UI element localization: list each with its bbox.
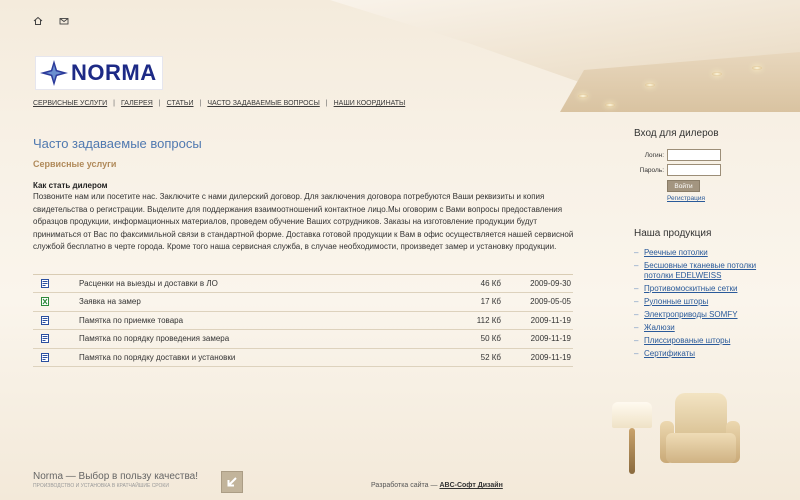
footer-brand: Norma — Выбор в пользу качества! произво… bbox=[33, 471, 198, 489]
list-item: – Плиссированые шторы bbox=[634, 336, 794, 346]
footer-slogan: Norma — Выбор в пользу качества! bbox=[33, 471, 199, 482]
products-title: Наша продукция bbox=[634, 228, 712, 239]
armchair-illustration bbox=[660, 393, 740, 478]
list-bullet: – bbox=[634, 296, 639, 306]
word-doc-icon bbox=[41, 315, 49, 325]
file-size: 52 Кб bbox=[480, 352, 501, 362]
question-title: Как стать дилером bbox=[33, 181, 108, 190]
norma-logo[interactable]: NORMA bbox=[35, 56, 163, 90]
file-size: 50 Кб bbox=[480, 334, 501, 344]
word-doc-icon bbox=[41, 352, 49, 362]
product-link[interactable]: Плиссированые шторы bbox=[644, 336, 770, 346]
product-link[interactable]: Противомоскитные сетки bbox=[644, 284, 770, 294]
sidebar: Вход для дилеров Логин: Пароль: Войти Ре… bbox=[634, 128, 794, 362]
file-name[interactable]: Памятка по приемке товара bbox=[79, 316, 441, 325]
list-bullet: – bbox=[634, 309, 639, 319]
list-bullet: – bbox=[634, 283, 639, 293]
file-date: 2009-05-05 bbox=[530, 297, 571, 307]
answer-text: Позвоните нам или посетите нас. Заключит… bbox=[33, 192, 574, 251]
product-link[interactable]: Сертификаты bbox=[644, 349, 770, 359]
nav-contacts[interactable]: НАШИ КООРДИНАТЫ bbox=[334, 100, 406, 107]
products-list: – Реечные потолки – Бесшовные тканевые пот… bbox=[634, 248, 794, 358]
list-bullet: – bbox=[634, 335, 639, 345]
list-item: – Жалюзи bbox=[634, 323, 794, 333]
password-row: Пароль: bbox=[634, 164, 794, 176]
ceiling-light bbox=[752, 66, 762, 70]
list-item: – Электроприводы SOMFY bbox=[634, 310, 794, 320]
file-row[interactable]: Памятка по порядку доставки и установки … bbox=[33, 349, 573, 367]
nav-separator: | bbox=[325, 100, 328, 107]
ceiling-light bbox=[605, 103, 615, 107]
list-item: – Противомоскитные сетки bbox=[634, 284, 794, 294]
nav-separator: | bbox=[158, 100, 161, 107]
product-link[interactable]: Рулонные шторы bbox=[644, 297, 770, 307]
nav-gallery[interactable]: ГАЛЕРЕЯ bbox=[121, 100, 153, 107]
ceiling-light bbox=[578, 94, 588, 98]
file-name[interactable]: Расценки на выезды и доставки в ЛО bbox=[79, 279, 441, 288]
page-title: Часто задаваемые вопросы bbox=[33, 136, 202, 151]
mail-icon[interactable] bbox=[59, 16, 69, 26]
top-navigation: СЕРВИСНЫЕ УСЛУГИ | ГАЛЕРЕЯ | СТАТЬИ | ЧА… bbox=[33, 100, 405, 107]
product-link[interactable]: Жалюзи bbox=[644, 323, 770, 333]
password-label: Пароль: bbox=[639, 166, 664, 174]
dealer-login-title: Вход для дилеров bbox=[634, 128, 719, 139]
developer-link[interactable]: ABC-Софт Дизайн bbox=[439, 482, 502, 489]
login-input[interactable] bbox=[667, 149, 721, 161]
register-link[interactable]: Регистрация bbox=[667, 195, 794, 202]
product-link[interactable]: Реечные потолки bbox=[644, 248, 770, 258]
list-item: – Рулонные шторы bbox=[634, 297, 794, 307]
list-bullet: – bbox=[634, 322, 639, 332]
product-link[interactable]: Бесшовные тканевые потолки потолки EDELW… bbox=[644, 261, 770, 280]
developer-label: Разработка сайта — bbox=[371, 482, 438, 489]
home-icon[interactable] bbox=[33, 16, 43, 26]
top-icons bbox=[33, 16, 69, 26]
developer-credit: Разработка сайта — ABC-Софт Дизайн bbox=[371, 482, 503, 489]
file-date: 2009-11-19 bbox=[530, 315, 571, 325]
file-date: 2009-11-19 bbox=[530, 352, 571, 362]
nav-separator: | bbox=[113, 100, 115, 107]
main-content: Часто задаваемые вопросы Сервисные услуг… bbox=[33, 136, 578, 367]
arrow-down-left-icon bbox=[227, 477, 237, 487]
file-row[interactable]: Заявка на замер 17 Кб 2009-05-05 bbox=[33, 293, 573, 312]
list-bullet: – bbox=[634, 261, 639, 270]
login-label: Логин: bbox=[644, 151, 664, 159]
file-size: 46 Кб bbox=[480, 278, 501, 288]
nav-articles[interactable]: СТАТЬИ bbox=[167, 100, 194, 107]
file-date: 2009-09-30 bbox=[530, 278, 571, 288]
password-input[interactable] bbox=[667, 164, 721, 176]
login-row: Логин: bbox=[634, 149, 794, 161]
login-button[interactable]: Войти bbox=[667, 180, 700, 192]
file-date: 2009-11-19 bbox=[530, 334, 571, 344]
section-title: Сервисные услуги bbox=[33, 159, 117, 169]
list-bullet: – bbox=[634, 248, 639, 257]
list-item: – Бесшовные тканевые потолки потолки EDEL… bbox=[634, 261, 794, 280]
nav-faq[interactable]: ЧАСТО ЗАДАВАЕМЫЕ ВОПРОСЫ bbox=[207, 100, 319, 107]
files-table: Расценки на выезды и доставки в ЛО 46 Кб… bbox=[33, 273, 573, 367]
footer-tagline: производство и установка в кратчайшие ср… bbox=[33, 483, 169, 489]
file-name[interactable]: Заявка на замер bbox=[79, 297, 441, 306]
arrow-button[interactable] bbox=[221, 471, 243, 493]
file-size: 112 Кб bbox=[476, 315, 501, 325]
file-name[interactable]: Памятка по порядку доставки и установки bbox=[79, 353, 441, 362]
logo-text: NORMA bbox=[71, 60, 157, 85]
file-row[interactable]: Расценки на выезды и доставки в ЛО 46 Кб… bbox=[33, 275, 573, 293]
file-row[interactable]: Памятка по приемке товара 112 Кб 2009-11… bbox=[33, 312, 573, 330]
star-logo-icon bbox=[40, 60, 68, 86]
excel-doc-icon bbox=[41, 297, 49, 307]
ceiling-light bbox=[712, 72, 722, 76]
ceiling-light bbox=[645, 83, 655, 87]
list-item: – Реечные потолки bbox=[634, 248, 794, 258]
nav-separator: | bbox=[199, 100, 202, 107]
list-bullet: – bbox=[634, 348, 639, 358]
list-item: – Сертификаты bbox=[634, 349, 794, 359]
floor-lamp-illustration bbox=[612, 402, 652, 477]
word-doc-icon bbox=[41, 278, 49, 288]
file-size: 17 Кб bbox=[480, 297, 501, 307]
file-row[interactable]: Памятка по порядку проведения замера 50 … bbox=[33, 330, 573, 349]
nav-service[interactable]: СЕРВИСНЫЕ УСЛУГИ bbox=[33, 100, 107, 107]
file-name[interactable]: Памятка по порядку проведения замера bbox=[79, 334, 441, 343]
product-link[interactable]: Электроприводы SOMFY bbox=[644, 310, 770, 320]
word-doc-icon bbox=[41, 334, 49, 344]
dealer-login-form: Логин: Пароль: Войти Регистрация bbox=[634, 149, 794, 202]
